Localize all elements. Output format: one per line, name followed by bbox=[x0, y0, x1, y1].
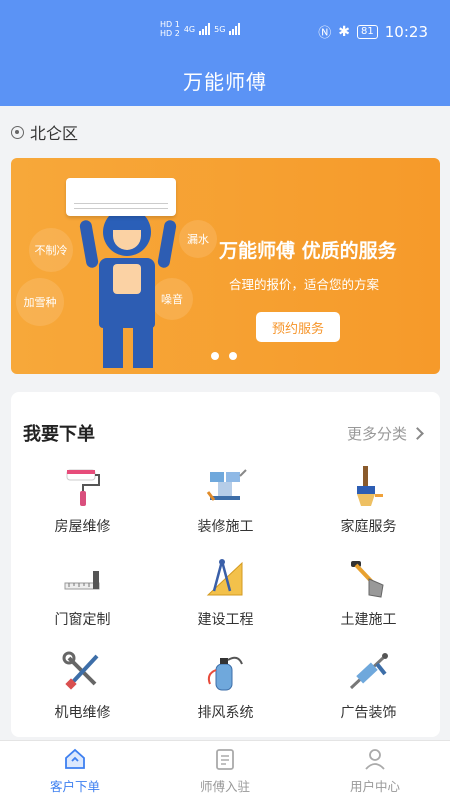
clock: 10:23 bbox=[384, 22, 428, 41]
bluetooth-icon: ✱ bbox=[338, 23, 351, 40]
location-pin-icon bbox=[11, 125, 24, 139]
category-house-repair[interactable]: 房屋维修 bbox=[11, 462, 154, 545]
shovel-icon bbox=[347, 557, 391, 601]
home-icon bbox=[62, 746, 88, 772]
location-name: 北仑区 bbox=[30, 124, 79, 143]
network-5g-label: 5G bbox=[214, 24, 226, 34]
tools-icon bbox=[61, 650, 105, 694]
category-label: 门窗定制 bbox=[54, 612, 111, 628]
category-label: 排风系统 bbox=[197, 705, 254, 721]
status-bar: HD 1 HD 2 4G 5G Ⓝ ✱ 81 10:23 bbox=[0, 0, 450, 62]
bottom-tab-bar: 客户下单 师傅入驻 用户中心 bbox=[0, 740, 450, 800]
tab-user-center[interactable]: 用户中心 bbox=[300, 741, 450, 800]
promo-banner[interactable]: 不制冷 加雪种 漏水 噪音 万能师傅 优质的服务 合理的报价，适合您的方案 预约… bbox=[11, 158, 440, 374]
nfc-icon: Ⓝ bbox=[318, 26, 332, 41]
sprayer-icon bbox=[204, 650, 248, 694]
brush-icon bbox=[347, 464, 391, 508]
more-categories-link[interactable]: 更多分类 bbox=[346, 423, 424, 444]
clipboard-icon bbox=[212, 746, 238, 772]
ruler-icon bbox=[61, 557, 105, 601]
tab-label: 用户中心 bbox=[349, 779, 400, 794]
signal-indicators: HD 1 HD 2 4G 5G bbox=[160, 20, 241, 38]
caulk-gun-icon bbox=[347, 650, 391, 694]
tab-label: 师傅入驻 bbox=[199, 779, 250, 794]
sim2-label: HD 2 bbox=[160, 29, 180, 38]
category-home-service[interactable]: 家庭服务 bbox=[297, 462, 440, 545]
category-civil-works[interactable]: 土建施工 bbox=[297, 555, 440, 638]
category-ventilation[interactable]: 排风系统 bbox=[154, 648, 297, 731]
category-label: 房屋维修 bbox=[54, 519, 111, 535]
signal-bars-icon bbox=[229, 23, 241, 35]
tab-worker-join[interactable]: 师傅入驻 bbox=[150, 741, 300, 800]
banner-bubble: 加雪种 bbox=[16, 278, 64, 326]
section-title: 我要下单 bbox=[23, 424, 95, 445]
order-panel: 我要下单 更多分类 房屋维修 装修施工 家庭服务 门窗定制 建设工程 土建施工 … bbox=[11, 392, 440, 737]
category-label: 家庭服务 bbox=[340, 519, 397, 535]
carousel-indicator bbox=[211, 352, 237, 360]
book-service-button[interactable]: 预约服务 bbox=[256, 312, 340, 342]
tab-label: 客户下单 bbox=[49, 779, 100, 794]
category-ad-decoration[interactable]: 广告装饰 bbox=[297, 648, 440, 731]
banner-bubble: 漏水 bbox=[179, 220, 217, 258]
category-label: 建设工程 bbox=[197, 612, 254, 628]
category-label: 广告装饰 bbox=[340, 705, 397, 721]
signal-bars-icon bbox=[199, 23, 211, 35]
header: HD 1 HD 2 4G 5G Ⓝ ✱ 81 10:23 万能师傅 bbox=[0, 0, 450, 106]
carousel-dot[interactable] bbox=[211, 352, 219, 360]
location-selector[interactable]: 北仑区 bbox=[11, 120, 78, 144]
category-label: 土建施工 bbox=[340, 612, 397, 628]
carousel-dot[interactable] bbox=[229, 352, 237, 360]
banner-title: 万能师傅 优质的服务 bbox=[219, 240, 397, 262]
more-categories-label: 更多分类 bbox=[346, 424, 407, 443]
paint-roller-icon bbox=[61, 464, 105, 508]
category-mechanical-electrical[interactable]: 机电维修 bbox=[11, 648, 154, 731]
category-construction[interactable]: 建设工程 bbox=[154, 555, 297, 638]
banner-bubble: 不制冷 bbox=[29, 228, 73, 272]
network-4g-label: 4G bbox=[183, 24, 196, 34]
air-conditioner-illustration bbox=[66, 178, 176, 216]
category-grid: 房屋维修 装修施工 家庭服务 门窗定制 建设工程 土建施工 机电维修 排风系统 … bbox=[11, 462, 440, 731]
repairman-illustration bbox=[78, 198, 178, 373]
page-title: 万能师傅 bbox=[183, 70, 267, 94]
vise-icon bbox=[204, 464, 248, 508]
battery-icon: 81 bbox=[357, 24, 378, 39]
banner-subtitle: 合理的报价，适合您的方案 bbox=[229, 277, 380, 292]
category-renovation[interactable]: 装修施工 bbox=[154, 462, 297, 545]
user-icon bbox=[362, 746, 388, 772]
category-door-window[interactable]: 门窗定制 bbox=[11, 555, 154, 638]
category-label: 装修施工 bbox=[197, 519, 254, 535]
compass-icon bbox=[204, 557, 248, 601]
chevron-right-icon bbox=[411, 426, 424, 440]
tab-customer-order[interactable]: 客户下单 bbox=[0, 741, 150, 800]
sim1-label: HD 1 bbox=[160, 20, 180, 29]
category-label: 机电维修 bbox=[54, 705, 111, 721]
